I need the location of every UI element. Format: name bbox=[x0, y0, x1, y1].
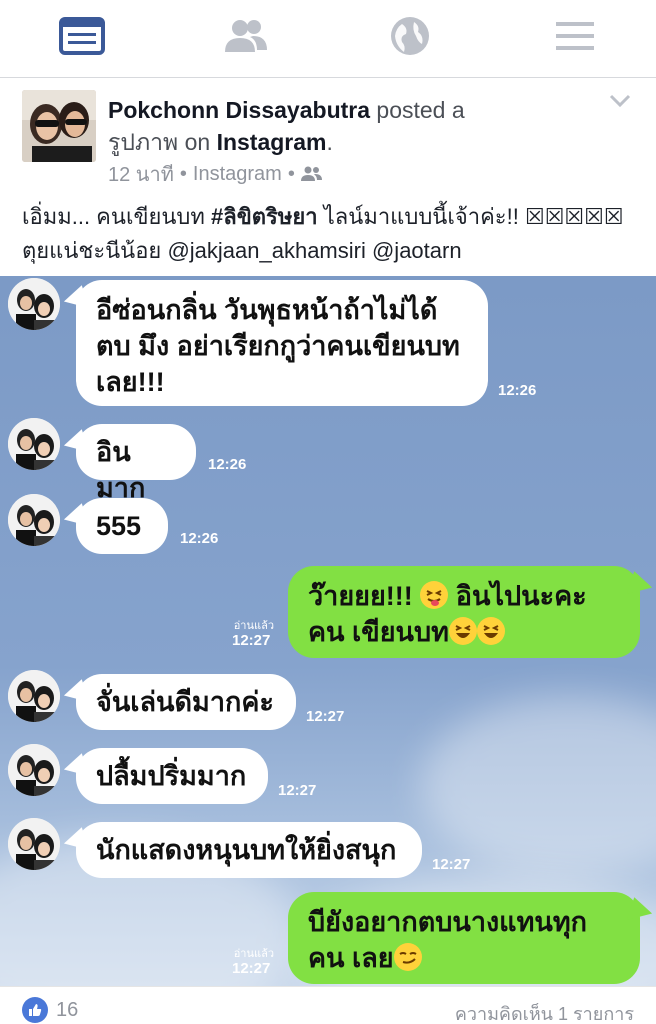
menu-icon bbox=[556, 22, 594, 50]
message-text: บียังอยากตบนางแทนทุกคน เลย bbox=[308, 907, 587, 973]
post-footer: 16 ความคิดเห็น 1 รายการ bbox=[0, 986, 656, 1024]
contact-avatar bbox=[8, 818, 60, 870]
comment-count[interactable]: ความคิดเห็น 1 รายการ bbox=[455, 999, 634, 1024]
message-text: จั่นเล่นดีมากค่ะ bbox=[96, 687, 274, 717]
meta-separator-2: • bbox=[287, 162, 295, 185]
like-summary[interactable]: 16 bbox=[22, 997, 78, 1023]
cloud-shape bbox=[420, 696, 656, 876]
incoming-message: อินมาก bbox=[76, 424, 196, 503]
contact-avatar bbox=[8, 278, 60, 330]
contact-avatar bbox=[8, 670, 60, 722]
tongue-out-emoji-icon bbox=[420, 581, 449, 609]
caption-prefix: เอิ่มม... คนเขียนบท bbox=[22, 204, 212, 229]
contact-avatar bbox=[8, 418, 60, 470]
smirk-emoji-icon bbox=[393, 943, 422, 971]
message-text: นักแสดงหนุนบทให้ยิ่งสนุก bbox=[96, 835, 397, 865]
laughing-emoji-icon bbox=[448, 617, 477, 645]
incoming-message: ปลื้มปริ่มมาก bbox=[76, 748, 268, 804]
chat-screenshot[interactable]: อีซ่อนกลิ่น วันพุธหน้าถ้าไม่ได้ตบ มึง อย… bbox=[0, 276, 656, 986]
contact-avatar bbox=[8, 494, 60, 546]
message-time: 12:27 bbox=[432, 856, 471, 873]
chevron-down-icon[interactable] bbox=[606, 90, 634, 112]
like-count: 16 bbox=[56, 998, 79, 1021]
message-text: อีซ่อนกลิ่น วันพุธหน้าถ้าไม่ได้ตบ มึง อย… bbox=[96, 295, 460, 397]
notifications-tab[interactable] bbox=[380, 12, 440, 60]
top-navigation bbox=[0, 0, 656, 78]
on-text: on bbox=[184, 129, 211, 155]
message-time: 12:27 bbox=[278, 782, 317, 799]
message-text: ว๊ายยย!!! bbox=[308, 581, 421, 611]
incoming-message: 555 bbox=[76, 498, 168, 554]
meta-separator: • bbox=[179, 162, 187, 185]
incoming-message: อีซ่อนกลิ่น วันพุธหน้าถ้าไม่ได้ตบ มึง อย… bbox=[76, 280, 488, 406]
message-time: 12:26 bbox=[498, 382, 537, 399]
author-name[interactable]: Pokchonn Dissayabutra bbox=[108, 97, 370, 123]
news-feed-tab[interactable] bbox=[52, 12, 112, 60]
post-header: Pokchonn Dissayabutra posted a รูปภาพ on… bbox=[108, 94, 608, 158]
laughing-emoji-icon bbox=[476, 617, 505, 645]
post-time[interactable]: 12 นาที bbox=[108, 158, 174, 190]
post-meta: 12 นาที • Instagram • bbox=[108, 158, 323, 190]
author-avatar-photo bbox=[22, 90, 96, 162]
like-icon bbox=[22, 997, 48, 1023]
post-caption: เอิ่มม... คนเขียนบท #ลิขิตริษยา ไลน์มาแบ… bbox=[22, 200, 642, 268]
hashtag-link[interactable]: #ลิขิตริษยา bbox=[211, 204, 318, 229]
message-time: 12:26 bbox=[180, 530, 219, 547]
author-avatar[interactable] bbox=[22, 90, 96, 162]
posted-a-text: posted a bbox=[376, 97, 465, 123]
outgoing-message: ว๊ายยย!!! อินไปนะคะคน เขียนบท bbox=[288, 566, 640, 658]
message-time: 12:27 bbox=[306, 708, 345, 725]
incoming-message: นักแสดงหนุนบทให้ยิ่งสนุก bbox=[76, 822, 422, 878]
friends-audience-icon[interactable] bbox=[300, 166, 323, 182]
contact-avatar bbox=[8, 744, 60, 796]
caption-missing-glyphs: ☒☒☒☒☒ bbox=[524, 204, 624, 229]
incoming-message: จั่นเล่นดีมากค่ะ bbox=[76, 674, 296, 730]
message-text: ปลื้มปริ่มมาก bbox=[96, 761, 247, 791]
friends-tab[interactable] bbox=[216, 12, 276, 60]
outgoing-message: บียังอยากตบนางแทนทุกคน เลย bbox=[288, 892, 640, 984]
period-text: . bbox=[326, 129, 333, 155]
post-object-text: รูปภาพ bbox=[108, 129, 179, 155]
caption-line-2: ตุยแน่ชะนีน้อย @jakjaan_akhamsiri @jaota… bbox=[22, 238, 462, 263]
message-time: 12:27 bbox=[232, 960, 271, 977]
message-text: อินมาก bbox=[96, 437, 146, 503]
message-time: 12:26 bbox=[208, 456, 247, 473]
more-menu-tab[interactable] bbox=[545, 12, 605, 60]
globe-icon bbox=[391, 17, 429, 55]
message-time: 12:27 bbox=[232, 632, 271, 649]
news-feed-icon bbox=[59, 17, 105, 55]
message-text: 555 bbox=[96, 511, 142, 541]
friends-icon bbox=[225, 20, 267, 52]
app-link[interactable]: Instagram bbox=[217, 129, 327, 155]
post-source[interactable]: Instagram bbox=[193, 163, 282, 186]
caption-suffix: ไลน์มาแบบนี้เจ้าค่ะ!! bbox=[317, 204, 525, 229]
